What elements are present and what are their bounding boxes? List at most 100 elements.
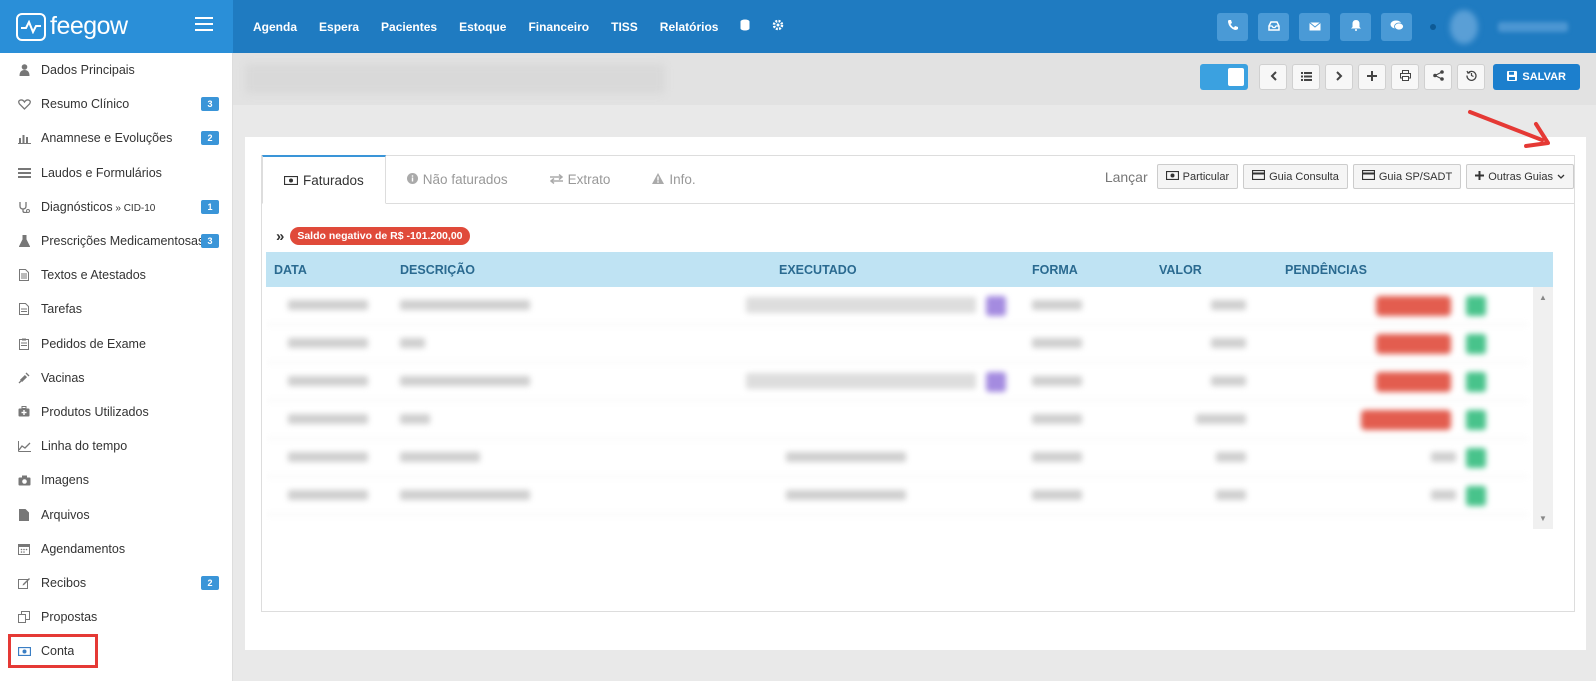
sidebar-item-agendamentos[interactable]: Agendamentos <box>0 532 232 566</box>
column-header-pendencias: PENDÊNCIAS <box>1285 262 1367 277</box>
guia-sp-sadt-button[interactable]: Guia SP/SADT <box>1352 164 1462 189</box>
medkit-icon <box>17 405 31 419</box>
plus-icon <box>1475 170 1485 183</box>
sidebar-item-diagnosticos[interactable]: Diagnósticos » CID-10 1 <box>0 190 232 224</box>
tab-nao-faturados[interactable]: Não faturados <box>386 156 529 203</box>
count-badge: 3 <box>201 97 219 112</box>
button-label: Outras Guias <box>1488 170 1553 183</box>
sidebar-item-recibos[interactable]: Recibos 2 <box>0 566 232 600</box>
history-button[interactable] <box>1457 64 1486 90</box>
table-row[interactable] <box>266 363 1528 401</box>
sidebar-item-produtos[interactable]: Produtos Utilizados <box>0 395 232 429</box>
print-button[interactable] <box>1391 64 1420 90</box>
annotation-arrow-top <box>1468 110 1550 148</box>
exchange-icon <box>549 172 563 187</box>
share-button[interactable] <box>1424 64 1453 90</box>
tab-label: Info. <box>669 172 696 187</box>
history-icon <box>1466 70 1477 84</box>
logo-icon <box>16 12 46 41</box>
file-icon <box>17 302 31 316</box>
scroll-up-icon[interactable]: ▲ <box>1539 293 1547 302</box>
outras-guias-dropdown[interactable]: Outras Guias <box>1466 164 1574 189</box>
table-header: DATA DESCRIÇÃO EXECUTADO FORMA VALOR PEN… <box>266 252 1553 287</box>
phone-button[interactable] <box>1217 12 1248 41</box>
next-button[interactable] <box>1325 64 1354 90</box>
stethoscope-icon <box>17 200 31 214</box>
messages-button[interactable] <box>1299 12 1330 41</box>
patient-name-blurred <box>245 64 665 94</box>
nav-estoque[interactable]: Estoque <box>459 20 506 34</box>
list-button[interactable] <box>1292 64 1321 90</box>
avatar[interactable] <box>1450 9 1478 44</box>
sidebar-item-laudos[interactable]: Laudos e Formulários <box>0 156 232 190</box>
tab-faturados[interactable]: Faturados <box>262 155 386 204</box>
column-header-descricao: DESCRIÇÃO <box>400 262 476 277</box>
button-label: Guia Consulta <box>1269 170 1339 183</box>
sidebar-item-pedidos-exame[interactable]: Pedidos de Exame <box>0 327 232 361</box>
sidebar-item-vacinas[interactable]: Vacinas <box>0 361 232 395</box>
menu-toggle-icon[interactable] <box>195 17 213 31</box>
sidebar-item-anamnese[interactable]: Anamnese e Evoluções 2 <box>0 121 232 155</box>
add-button[interactable] <box>1358 64 1387 90</box>
nav-financeiro[interactable]: Financeiro <box>528 20 589 34</box>
sidebar-item-imagens[interactable]: Imagens <box>0 463 232 497</box>
view-toggle[interactable] <box>1200 64 1249 90</box>
copy-icon <box>17 610 31 624</box>
credit-card-icon <box>1361 169 1375 183</box>
nav-relatorios[interactable]: Relatórios <box>660 20 719 34</box>
save-button[interactable]: SALVAR <box>1493 64 1580 90</box>
sidebar-item-linha-tempo[interactable]: Linha do tempo <box>0 429 232 463</box>
count-badge: 3 <box>201 234 219 249</box>
print-icon <box>1399 70 1411 84</box>
nav-tiss[interactable]: TISS <box>611 20 638 34</box>
info-circle-icon <box>406 172 418 187</box>
sidebar-item-resumo-clinico[interactable]: Resumo Clínico 3 <box>0 87 232 121</box>
table-row[interactable] <box>266 401 1528 439</box>
scroll-down-icon[interactable]: ▼ <box>1539 514 1547 523</box>
sidebar-item-arquivos[interactable]: Arquivos <box>0 497 232 531</box>
money-icon <box>283 173 299 188</box>
nav-pacientes[interactable]: Pacientes <box>381 20 437 34</box>
table-scrollbar[interactable]: ▲ ▼ <box>1533 287 1553 529</box>
brand-name: feegow <box>50 12 128 40</box>
table-body: ▲ ▼ <box>266 287 1553 529</box>
status-dot <box>1430 23 1436 30</box>
nav-agenda[interactable]: Agenda <box>253 20 297 34</box>
user-name-blurred[interactable] <box>1498 21 1568 32</box>
column-header-valor: VALOR <box>1159 262 1202 277</box>
chevron-left-icon <box>1270 70 1277 84</box>
floppy-icon <box>1507 70 1518 84</box>
guia-consulta-button[interactable]: Guia Consulta <box>1243 164 1348 189</box>
tab-info[interactable]: Info. <box>631 156 716 203</box>
launch-label: Lançar <box>1104 168 1148 185</box>
database-icon[interactable] <box>740 19 750 34</box>
sidebar-item-tarefas[interactable]: Tarefas <box>0 292 232 326</box>
sidebar-item-conta[interactable]: Conta <box>8 634 98 669</box>
chevron-right-icon <box>1336 70 1343 84</box>
sidebar-item-prescricoes[interactable]: Prescrições Medicamentosas 3 <box>0 224 232 258</box>
expand-toggle[interactable]: » <box>276 228 284 245</box>
particular-button[interactable]: Particular <box>1156 164 1239 189</box>
flask-icon <box>17 234 31 248</box>
table-row[interactable] <box>266 287 1528 325</box>
chat-button[interactable] <box>1381 12 1412 41</box>
sidebar-item-dados-principais[interactable]: Dados Principais <box>0 53 232 87</box>
notifications-button[interactable] <box>1340 12 1371 41</box>
inbox-button[interactable] <box>1258 12 1289 41</box>
nav-espera[interactable]: Espera <box>319 20 359 34</box>
previous-button[interactable] <box>1259 64 1288 90</box>
table-row[interactable] <box>266 439 1528 477</box>
tab-extrato[interactable]: Extrato <box>529 156 632 203</box>
balance-row: » Saldo negativo de R$ -101.200,00 <box>276 227 470 245</box>
count-badge: 2 <box>201 131 219 146</box>
column-header-forma: FORMA <box>1032 262 1078 277</box>
account-panel: Faturados Não faturados Extrato Info. La… <box>261 155 1575 612</box>
sidebar-item-propostas[interactable]: Propostas <box>0 600 232 634</box>
table-row[interactable] <box>266 325 1528 363</box>
gear-icon[interactable] <box>772 19 784 34</box>
sidebar-item-textos[interactable]: Textos e Atestados <box>0 258 232 292</box>
chat-icon <box>1390 18 1404 36</box>
list-icon <box>1300 70 1312 84</box>
count-badge: 1 <box>201 199 219 214</box>
table-row[interactable] <box>266 477 1528 515</box>
